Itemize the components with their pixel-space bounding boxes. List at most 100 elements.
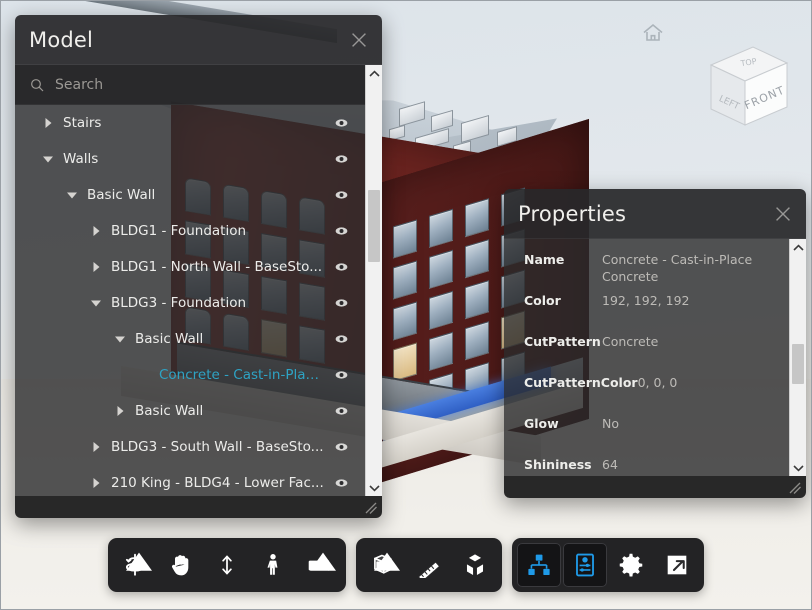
model-panel-title: Model (29, 27, 94, 52)
fullscreen-button[interactable] (655, 543, 699, 587)
tree-row[interactable]: Concrete - Cast-in-Place ... (15, 357, 365, 393)
model-panel-footer (15, 496, 382, 518)
eye-icon[interactable] (332, 332, 351, 346)
model-tree-scrollbar[interactable] (365, 65, 382, 496)
eye-icon[interactable] (332, 224, 351, 238)
tree-item-label: Basic Wall (135, 331, 204, 347)
property-key: CutPatternColor (524, 375, 638, 390)
scroll-track[interactable] (366, 82, 382, 479)
settings-button[interactable] (609, 543, 653, 587)
resize-grip-icon[interactable] (788, 481, 802, 495)
tree-item-label: Concrete - Cast-in-Place ... (159, 367, 326, 383)
zoom-arrows-icon (222, 555, 232, 575)
caret-down-icon[interactable] (41, 152, 55, 166)
tree-item-label: Walls (63, 151, 99, 167)
tree-row[interactable]: Walls (15, 141, 365, 177)
property-value: Concrete - Cast-in-Place Concrete (602, 252, 753, 284)
navigation-tools (108, 538, 346, 592)
tree-item-label: BLDG1 - North Wall - BaseSto... (111, 259, 323, 275)
model-tools (356, 538, 502, 592)
search-row[interactable] (15, 65, 382, 105)
scroll-thumb[interactable] (368, 190, 380, 262)
search-input[interactable] (55, 76, 368, 93)
tree-row[interactable]: Basic Wall (15, 177, 365, 213)
panel-tools (512, 538, 704, 592)
eye-icon[interactable] (332, 152, 351, 166)
properties-list[interactable]: Name Concrete - Cast-in-Place Concrete Col… (504, 239, 789, 476)
properties-panel-title: Properties (518, 201, 627, 226)
property-value: Concrete (602, 334, 659, 349)
caret-down-icon[interactable] (113, 332, 127, 346)
section-box-tool[interactable] (361, 543, 405, 587)
eye-icon[interactable] (332, 296, 351, 310)
menu-triangle-icon[interactable] (126, 550, 152, 576)
caret-down-icon[interactable] (65, 188, 79, 202)
chevron-up-icon (368, 69, 380, 77)
property-row: Name Concrete - Cast-in-Place Concrete (504, 248, 789, 289)
eye-icon[interactable] (332, 476, 351, 490)
caret-right-icon[interactable] (89, 224, 103, 238)
close-icon[interactable] (772, 203, 794, 225)
eye-icon[interactable] (332, 188, 351, 202)
eye-icon[interactable] (332, 404, 351, 418)
property-row: CutPatternColor 0, 0, 0 (504, 371, 789, 412)
tree-row[interactable]: Basic Wall (15, 321, 365, 357)
property-value: 192, 192, 192 (602, 293, 690, 308)
gear-icon (619, 553, 643, 577)
tree-row[interactable]: Stairs (15, 105, 365, 141)
chevron-down-icon (368, 484, 380, 492)
property-key: Glow (524, 416, 559, 431)
bottom-toolbar (1, 538, 811, 592)
properties-scrollbar[interactable] (789, 239, 806, 476)
walk-person-icon (267, 554, 278, 575)
property-key: Shininess (524, 457, 592, 472)
explode-tool[interactable] (453, 543, 497, 587)
view-cube[interactable]: TOP LEFT FRONT (701, 43, 793, 131)
camera-tool[interactable] (297, 543, 341, 587)
eye-icon[interactable] (332, 440, 351, 454)
orbit-tool[interactable] (113, 543, 157, 587)
property-row: Shininess 64 (504, 453, 789, 476)
eye-icon[interactable] (332, 260, 351, 274)
scroll-track[interactable] (790, 256, 806, 459)
tree-row[interactable]: Basic Wall (15, 393, 365, 429)
scroll-thumb[interactable] (792, 344, 804, 384)
model-tree-list[interactable]: Stairs Walls Basic Wall BLDG1 - Foundation B… (15, 105, 365, 496)
caret-right-icon[interactable] (89, 440, 103, 454)
tree-row[interactable]: BLDG3 - South Wall - BaseSto... (15, 429, 365, 465)
scroll-down-arrow[interactable] (790, 459, 807, 476)
tree-item-label: BLDG3 - South Wall - BaseSto... (111, 439, 324, 455)
expand-arrow-icon (667, 555, 687, 575)
caret-right-icon[interactable] (113, 404, 127, 418)
caret-right-icon[interactable] (89, 476, 103, 490)
caret-down-icon[interactable] (89, 296, 103, 310)
close-icon[interactable] (348, 29, 370, 51)
tree-row[interactable]: BLDG3 - Foundation (15, 285, 365, 321)
tree-row[interactable]: 210 King - BLDG4 - Lower Fac... (15, 465, 365, 496)
resize-grip-icon[interactable] (364, 501, 378, 515)
scroll-up-arrow[interactable] (366, 65, 383, 82)
scroll-down-arrow[interactable] (366, 479, 383, 496)
search-icon (31, 78, 44, 91)
scroll-up-arrow[interactable] (790, 239, 807, 256)
home-icon[interactable] (640, 21, 666, 45)
properties-toggle[interactable] (563, 543, 607, 587)
model-tree-toggle[interactable] (517, 543, 561, 587)
properties-panel[interactable]: Properties Name Concrete - Cast-in-Place … (504, 189, 806, 498)
properties-panel-footer (504, 476, 806, 498)
eye-icon[interactable] (332, 116, 351, 130)
walk-tool[interactable] (251, 543, 295, 587)
eye-icon[interactable] (332, 368, 351, 382)
tree-hierarchy-icon (528, 554, 550, 575)
menu-triangle-icon[interactable] (374, 550, 400, 576)
zoom-tool[interactable] (205, 543, 249, 587)
model-tree-panel[interactable]: Model Stairs Walls Basic Wall BLDG1 - Found… (15, 15, 382, 518)
caret-right-icon[interactable] (89, 260, 103, 274)
properties-icon (576, 553, 594, 577)
tree-row[interactable]: BLDG1 - Foundation (15, 213, 365, 249)
tree-row[interactable]: BLDG1 - North Wall - BaseSto... (15, 249, 365, 285)
pan-tool[interactable] (159, 543, 203, 587)
caret-right-icon[interactable] (41, 116, 55, 130)
measure-tool[interactable] (407, 543, 451, 587)
menu-triangle-icon[interactable] (310, 550, 336, 576)
